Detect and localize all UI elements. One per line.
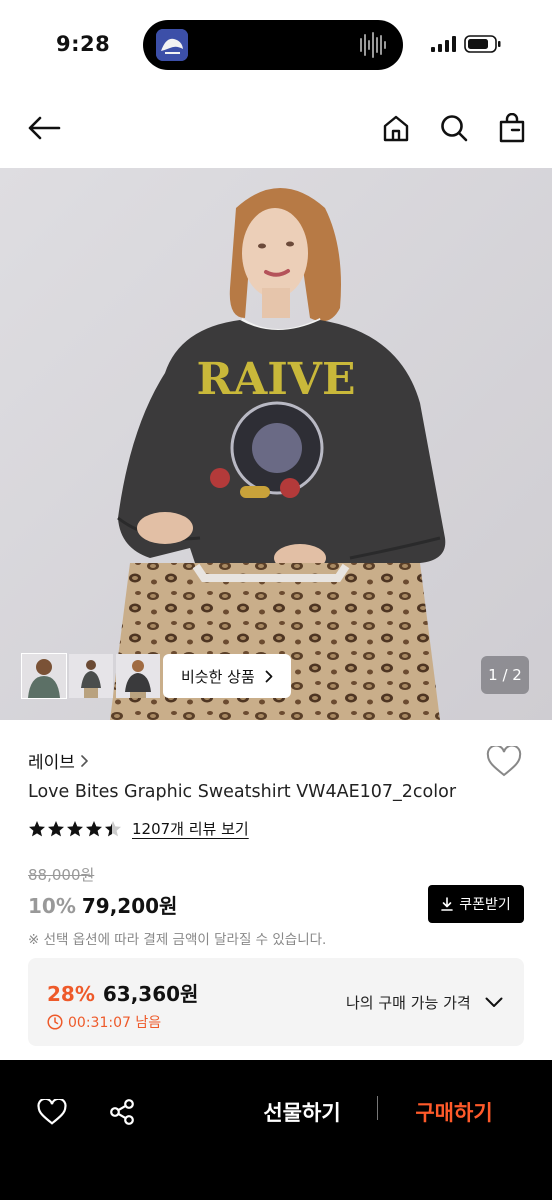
status-time: 9:28 bbox=[56, 32, 111, 56]
download-icon bbox=[441, 897, 454, 911]
my-price-label: 나의 구매 가능 가격 bbox=[346, 994, 471, 1012]
coupon-label: 쿠폰받기 bbox=[459, 897, 511, 913]
product-photo: RAIVE bbox=[0, 168, 552, 720]
star-rating-icon bbox=[29, 820, 121, 836]
audio-wave-icon bbox=[360, 32, 386, 58]
back-button[interactable] bbox=[24, 108, 64, 148]
button-divider bbox=[377, 1096, 378, 1120]
similar-products-label: 비슷한 상품 bbox=[181, 667, 255, 686]
search-icon bbox=[441, 115, 468, 142]
status-bar: 9:28 bbox=[0, 0, 552, 92]
coupon-button[interactable]: 쿠폰받기 bbox=[428, 885, 524, 923]
bottom-action-bar: 선물하기 구매하기 bbox=[0, 1060, 552, 1200]
cart-button[interactable] bbox=[492, 108, 532, 148]
product-image-gallery[interactable]: RAIVE 비슷한 상품 1 / 2 bbox=[0, 168, 552, 720]
original-price: 88,000원 bbox=[28, 866, 95, 884]
top-nav-bar bbox=[0, 92, 552, 168]
cellular-signal-icon bbox=[431, 36, 456, 52]
thumbnail-2[interactable] bbox=[69, 654, 113, 698]
sweatshirt-graphic-text: RAIVE bbox=[197, 354, 356, 405]
clock-icon bbox=[47, 1014, 63, 1030]
review-link[interactable]: 1207개 리뷰 보기 bbox=[132, 818, 249, 839]
home-icon bbox=[383, 115, 409, 142]
rating-row: 1207개 리뷰 보기 bbox=[28, 818, 249, 839]
heart-icon bbox=[37, 1098, 67, 1125]
wishlist-button[interactable] bbox=[486, 744, 522, 782]
brand-name: 레이브 bbox=[28, 753, 75, 773]
option-price-note: ※ 선택 옵션에 따라 결제 금액이 달라질 수 있습니다. bbox=[28, 932, 327, 948]
my-price-amount: 63,360원 bbox=[102, 982, 199, 1006]
timer-row: 00:31:07 남음 bbox=[47, 1012, 161, 1032]
share-icon bbox=[110, 1099, 134, 1125]
thumbnail-1[interactable] bbox=[21, 653, 67, 699]
search-button[interactable] bbox=[434, 108, 474, 148]
my-discount-rate: 28% bbox=[47, 982, 95, 1006]
timer-text: 00:31:07 남음 bbox=[68, 1015, 162, 1031]
chevron-down-icon bbox=[485, 997, 503, 1007]
gift-button[interactable]: 선물하기 bbox=[250, 1092, 354, 1132]
product-title: Love Bites Graphic Sweatshirt VW4AE107_2… bbox=[28, 782, 457, 802]
discount-rate: 10% bbox=[28, 894, 76, 918]
battery-icon bbox=[464, 35, 501, 53]
my-price-box[interactable]: 28% 63,360원 00:31:07 남음 나의 구매 가능 가격 bbox=[28, 958, 524, 1046]
heart-icon bbox=[486, 744, 522, 777]
share-button[interactable] bbox=[102, 1092, 142, 1132]
arrow-left-icon bbox=[28, 116, 61, 140]
like-button[interactable] bbox=[32, 1092, 72, 1132]
buy-button[interactable]: 구매하기 bbox=[402, 1092, 506, 1132]
home-button[interactable] bbox=[376, 108, 416, 148]
sale-price: 79,200원 bbox=[81, 894, 178, 918]
chevron-right-icon bbox=[265, 670, 273, 682]
price-row: 10% 79,200원 bbox=[28, 890, 177, 919]
similar-products-button[interactable]: 비슷한 상품 bbox=[163, 654, 291, 698]
brand-link[interactable]: 레이브 bbox=[28, 748, 88, 773]
my-price-row: 28% 63,360원 bbox=[47, 978, 198, 1007]
shopping-bag-icon bbox=[499, 113, 525, 143]
dynamic-island bbox=[143, 20, 403, 70]
thumbnail-strip bbox=[21, 653, 160, 699]
thumbnail-3[interactable] bbox=[116, 654, 160, 698]
chevron-right-icon bbox=[81, 754, 88, 767]
now-playing-app-icon bbox=[156, 29, 188, 61]
page-indicator: 1 / 2 bbox=[481, 656, 529, 694]
my-price-toggle[interactable]: 나의 구매 가능 가격 bbox=[346, 992, 503, 1013]
